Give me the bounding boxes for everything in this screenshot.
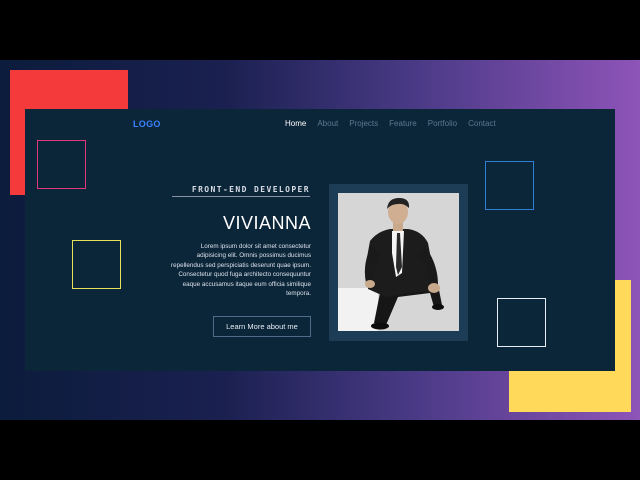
hero-bio: Lorem ipsum dolor sit amet consectetur a… bbox=[170, 243, 311, 298]
nav-contact[interactable]: Contact bbox=[468, 119, 496, 128]
nav-about[interactable]: About bbox=[317, 119, 338, 128]
main-nav: Home About Projects Feature Portfolio Co… bbox=[285, 119, 507, 128]
photo-frame bbox=[329, 184, 468, 341]
blue-outline-square bbox=[485, 161, 534, 210]
portfolio-card: LOGO Home About Projects Feature Portfol… bbox=[25, 109, 615, 371]
white-outline-square bbox=[497, 298, 546, 347]
yellow-outline-square bbox=[72, 240, 121, 289]
nav-feature[interactable]: Feature bbox=[389, 119, 417, 128]
hero-name: VIVIANNA bbox=[222, 213, 311, 233]
portrait-photo bbox=[338, 193, 459, 331]
pink-outline-square bbox=[37, 140, 86, 189]
learn-more-button[interactable]: Learn More about me bbox=[213, 316, 311, 337]
nav-portfolio[interactable]: Portfolio bbox=[428, 119, 457, 128]
nav-projects[interactable]: Projects bbox=[349, 119, 378, 128]
nav-home[interactable]: Home bbox=[285, 119, 306, 128]
hero-subtitle: FRONT-END DEVELOPER bbox=[172, 185, 310, 197]
logo[interactable]: LOGO bbox=[133, 119, 161, 129]
portrait-illustration bbox=[338, 193, 459, 331]
